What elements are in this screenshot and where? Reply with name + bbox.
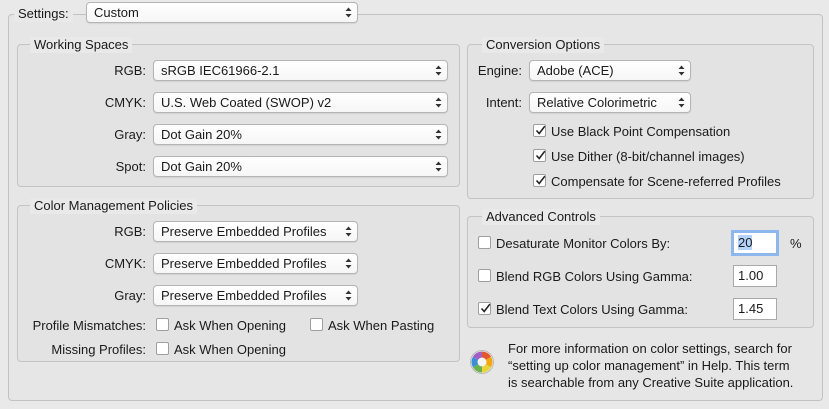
mismatch-ask-opening-label[interactable]: Ask When Opening (174, 318, 286, 334)
engine-label: Engine: (477, 63, 522, 78)
ws-rgb-select[interactable]: sRGB IEC61966-2.1 (153, 60, 448, 81)
ws-rgb-label: RGB: (114, 63, 146, 78)
engine-select[interactable]: Adobe (ACE) (529, 60, 691, 81)
working-spaces-title: Working Spaces (30, 37, 133, 53)
dither-label[interactable]: Use Dither (8-bit/channel images) (551, 149, 745, 165)
select-arrows-icon (678, 65, 685, 76)
intent-value: Relative Colorimetric (537, 95, 657, 110)
settings-select-value: Custom (94, 5, 139, 20)
blend-text-value: 1.45 (738, 301, 764, 316)
black-point-checkbox[interactable] (533, 124, 546, 137)
blend-rgb-label[interactable]: Blend RGB Colors Using Gamma: (496, 269, 693, 285)
select-arrows-icon (435, 97, 442, 108)
desaturate-checkbox[interactable] (478, 236, 491, 249)
blend-rgb-value: 1.00 (738, 268, 764, 283)
engine-value: Adobe (ACE) (537, 63, 614, 78)
blend-text-input[interactable]: 1.45 (733, 298, 777, 320)
desaturate-unit: % (790, 236, 802, 251)
intent-select[interactable]: Relative Colorimetric (529, 92, 691, 113)
policy-rgb-value: Preserve Embedded Profiles (161, 224, 327, 239)
select-arrows-icon (345, 7, 352, 18)
missing-profiles-label: Missing Profiles: (51, 342, 146, 357)
select-arrows-icon (678, 97, 685, 108)
info-line-3: is searchable from any Creative Suite ap… (508, 375, 794, 390)
color-wheel-icon (470, 350, 494, 374)
select-arrows-icon (435, 65, 442, 76)
select-arrows-icon (345, 290, 352, 301)
ws-spot-select[interactable]: Dot Gain 20% (153, 156, 448, 177)
select-arrows-icon (345, 226, 352, 237)
mismatch-ask-pasting-checkbox[interactable] (310, 318, 323, 331)
checkmark-icon (535, 150, 546, 160)
policies-title: Color Management Policies (30, 198, 197, 214)
policy-rgb-select[interactable]: Preserve Embedded Profiles (153, 221, 358, 242)
desaturate-value: 20 (738, 235, 753, 250)
conversion-options-title: Conversion Options (482, 37, 605, 53)
policy-rgb-label: RGB: (114, 224, 146, 239)
scene-referred-label[interactable]: Compensate for Scene-referred Profiles (551, 174, 781, 190)
ws-cmyk-label: CMYK: (104, 95, 146, 110)
blend-text-label[interactable]: Blend Text Colors Using Gamma: (496, 302, 688, 318)
scene-referred-checkbox[interactable] (533, 174, 546, 187)
ws-gray-label: Gray: (114, 127, 146, 142)
mismatch-ask-opening-checkbox[interactable] (156, 318, 169, 331)
blend-rgb-checkbox[interactable] (478, 269, 491, 282)
select-arrows-icon (435, 161, 442, 172)
checkmark-icon (535, 175, 546, 185)
blend-text-checkbox[interactable] (478, 302, 491, 315)
policy-gray-select[interactable]: Preserve Embedded Profiles (153, 285, 358, 306)
desaturate-input[interactable]: 20 (731, 230, 779, 256)
checkmark-icon (535, 125, 546, 135)
settings-select[interactable]: Custom (86, 2, 358, 23)
select-arrows-icon (435, 129, 442, 140)
missing-ask-opening-label[interactable]: Ask When Opening (174, 342, 286, 358)
intent-label: Intent: (485, 95, 522, 110)
ws-gray-value: Dot Gain 20% (161, 127, 242, 142)
missing-ask-opening-checkbox[interactable] (156, 342, 169, 355)
ws-spot-label: Spot: (115, 159, 146, 174)
blend-rgb-input[interactable]: 1.00 (733, 265, 777, 287)
ws-rgb-value: sRGB IEC61966-2.1 (161, 63, 280, 78)
advanced-controls-title: Advanced Controls (482, 209, 600, 225)
info-line-1: For more information on color settings, … (508, 341, 792, 356)
settings-label: Settings: (14, 6, 73, 22)
dither-checkbox[interactable] (533, 149, 546, 162)
policy-gray-label: Gray: (114, 288, 146, 303)
policy-cmyk-label: CMYK: (104, 256, 146, 271)
black-point-label[interactable]: Use Black Point Compensation (551, 124, 730, 140)
policy-cmyk-select[interactable]: Preserve Embedded Profiles (153, 253, 358, 274)
profile-mismatches-label: Profile Mismatches: (32, 318, 146, 333)
mismatch-ask-pasting-label[interactable]: Ask When Pasting (328, 318, 434, 334)
checkmark-icon (480, 303, 491, 313)
ws-cmyk-value: U.S. Web Coated (SWOP) v2 (161, 95, 332, 110)
ws-spot-value: Dot Gain 20% (161, 159, 242, 174)
select-arrows-icon (345, 258, 352, 269)
policy-cmyk-value: Preserve Embedded Profiles (161, 256, 327, 271)
info-line-2: “setting up color management” in Help. T… (508, 358, 790, 373)
desaturate-label[interactable]: Desaturate Monitor Colors By: (496, 236, 670, 252)
policy-gray-value: Preserve Embedded Profiles (161, 288, 327, 303)
ws-gray-select[interactable]: Dot Gain 20% (153, 124, 448, 145)
ws-cmyk-select[interactable]: U.S. Web Coated (SWOP) v2 (153, 92, 448, 113)
